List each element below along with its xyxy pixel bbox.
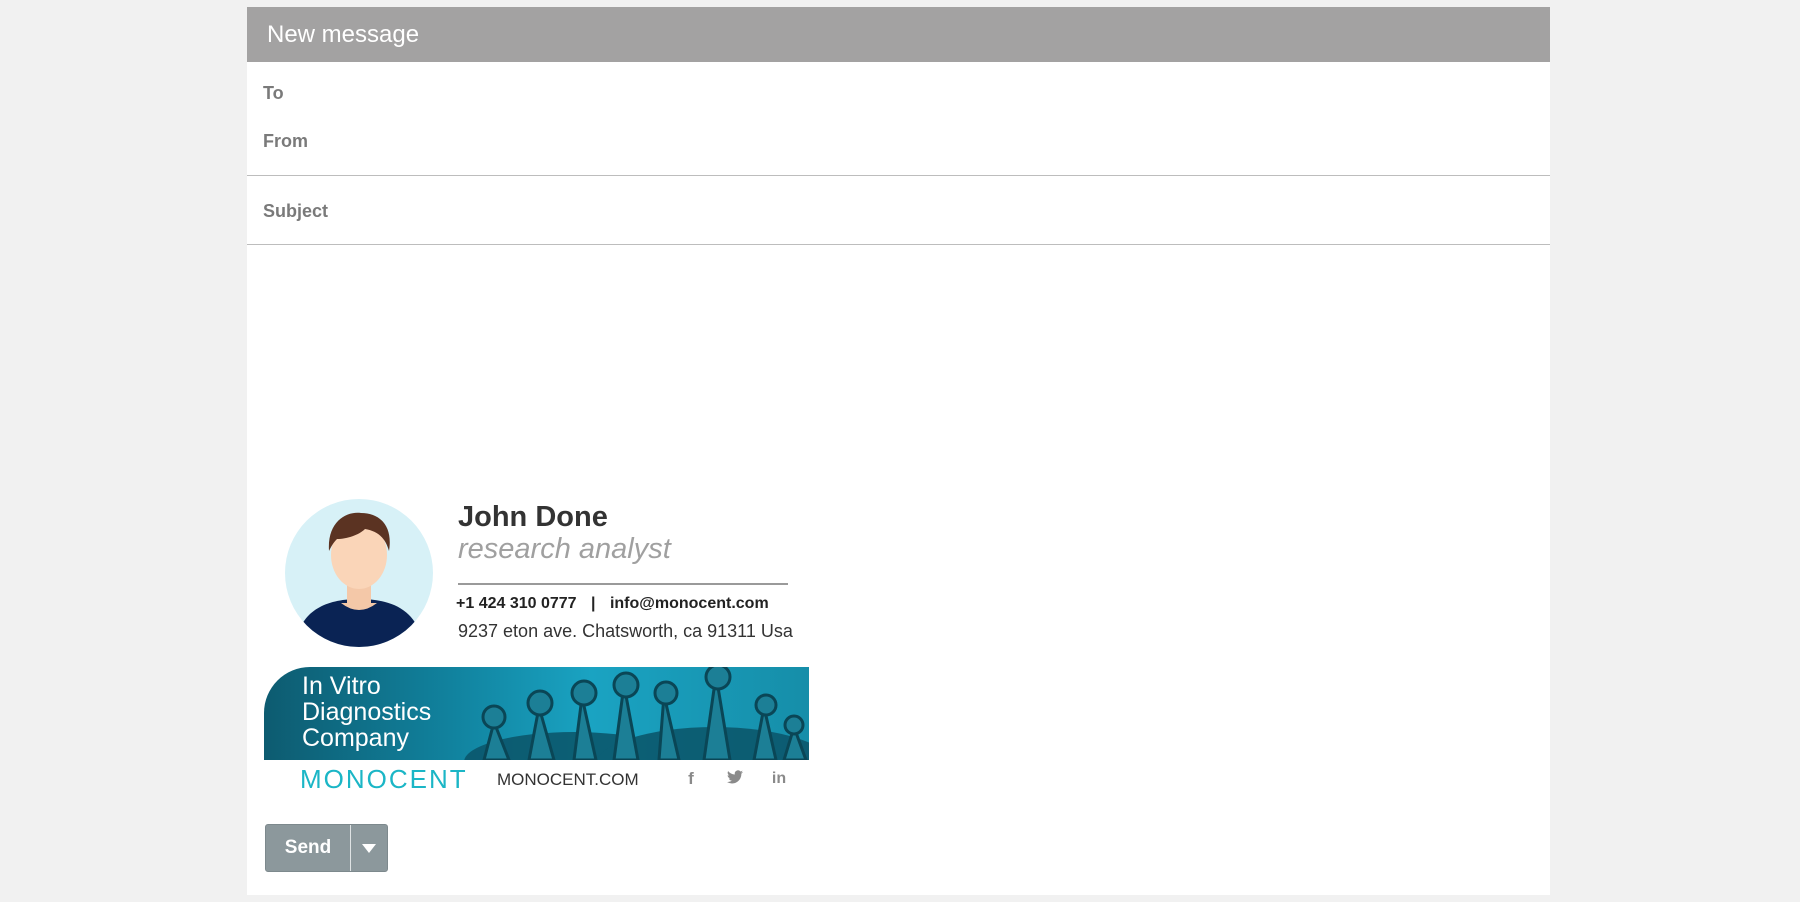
virus-illustration [464, 667, 809, 760]
company-logo: MONOCENT [300, 764, 468, 795]
signature-banner: In Vitro Diagnostics Company [264, 667, 809, 760]
to-input[interactable] [323, 79, 1527, 102]
signature-name: John Done [458, 501, 608, 533]
banner-line-2: Diagnostics [302, 698, 432, 726]
subject-divider [247, 244, 1550, 245]
logo-wordmark: MONOCENT [300, 764, 468, 794]
window-title: New message [247, 7, 1550, 62]
twitter-icon[interactable] [724, 768, 746, 790]
banner-line-3: Company [302, 724, 409, 752]
signature-role: research analyst [458, 533, 671, 565]
website-link[interactable]: MONOCENT.COM [497, 770, 639, 790]
facebook-icon[interactable]: f [680, 768, 702, 790]
caret-down-icon [362, 843, 376, 853]
from-label: From [263, 131, 308, 151]
send-button[interactable]: Send [266, 825, 351, 871]
subject-input[interactable] [335, 197, 1539, 220]
email-signature: John Done research analyst +1 424 310 07… [264, 495, 809, 795]
contact-separator: | [591, 595, 596, 612]
from-field[interactable]: From [263, 127, 1527, 152]
signature-footer: MONOCENT MONOCENT.COM f in [264, 763, 809, 795]
to-field[interactable]: To [263, 79, 1527, 104]
compose-window: New message To From Subject John Done re… [247, 7, 1550, 895]
signature-contact: +1 424 310 0777 | info@monocent.com [456, 595, 769, 613]
header-divider [247, 175, 1550, 176]
subject-field[interactable]: Subject [263, 197, 1539, 222]
banner-line-1: In Vitro [302, 672, 381, 700]
send-options-dropdown[interactable] [351, 825, 387, 871]
avatar [285, 499, 433, 647]
signature-address: 9237 eton ave. Chatsworth, ca 91311 Usa [458, 621, 793, 641]
linkedin-icon[interactable]: in [768, 768, 790, 790]
subject-label: Subject [263, 201, 329, 221]
banner-text: In Vitro Diagnostics Company [302, 673, 431, 751]
signature-email[interactable]: info@monocent.com [610, 595, 769, 612]
from-input[interactable] [323, 127, 1527, 150]
signature-divider [458, 583, 788, 585]
to-label: To [263, 83, 284, 103]
signature-phone: +1 424 310 0777 [456, 595, 577, 612]
send-button-group[interactable]: Send [265, 824, 388, 872]
